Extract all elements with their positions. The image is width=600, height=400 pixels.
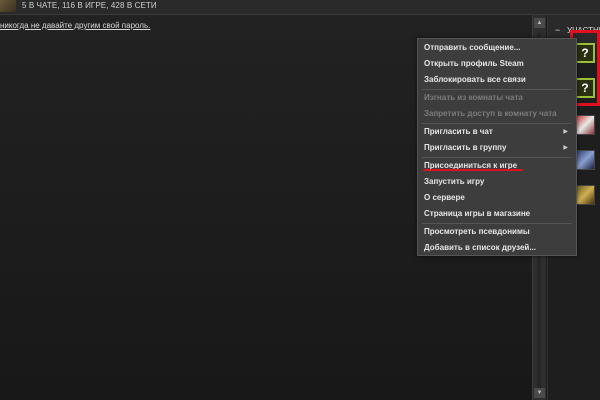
member-avatar[interactable]	[575, 150, 595, 170]
game-thumbnail	[0, 0, 16, 12]
menu-item-view-aliases[interactable]: Просмотреть псевдонимы	[424, 225, 530, 239]
submenu-arrow-icon: ▶	[563, 145, 568, 151]
menu-separator	[422, 123, 572, 124]
menu-item-add-friend[interactable]: Добавить в список друзей...	[424, 241, 536, 255]
menu-item-launch-game[interactable]: Запустить игру	[424, 175, 484, 189]
menu-separator	[422, 223, 572, 224]
collapse-icon[interactable]: −	[555, 25, 560, 35]
menu-item-open-profile[interactable]: Открыть профиль Steam	[424, 57, 524, 71]
menu-item-block-all[interactable]: Заблокировать все связи	[424, 73, 526, 87]
menu-item-kick: Изгнать из комнаты чата	[424, 93, 523, 102]
member-avatar[interactable]	[575, 115, 595, 135]
scroll-up-arrow-icon[interactable]: ▲	[534, 18, 545, 28]
scroll-down-arrow-icon[interactable]: ▼	[534, 388, 545, 398]
context-menu: Отправить сообщение... Открыть профиль S…	[417, 38, 577, 256]
menu-item-invite-chat[interactable]: Пригласить в чат	[424, 125, 493, 139]
title-bar: 5 В ЧАТЕ, 116 В ИГРЕ, 428 В СЕТИ	[0, 0, 600, 15]
chat-status-text: 5 В ЧАТЕ, 116 В ИГРЕ, 428 В СЕТИ	[22, 1, 157, 10]
menu-item-send-message[interactable]: Отправить сообщение...	[424, 41, 520, 55]
menu-item-invite-group[interactable]: Пригласить в группу	[424, 141, 506, 155]
underline-annotation	[423, 169, 523, 171]
menu-separator	[422, 89, 572, 90]
chat-message: никогда не давайте другим свой пароль.	[0, 21, 151, 30]
submenu-arrow-icon: ▶	[563, 129, 568, 135]
menu-item-store-page[interactable]: Страница игры в магазине	[424, 207, 530, 221]
menu-item-ban: Запретить доступ в комнату чата	[424, 109, 557, 118]
menu-item-server-info[interactable]: О сервере	[424, 191, 465, 205]
menu-separator	[422, 157, 572, 158]
